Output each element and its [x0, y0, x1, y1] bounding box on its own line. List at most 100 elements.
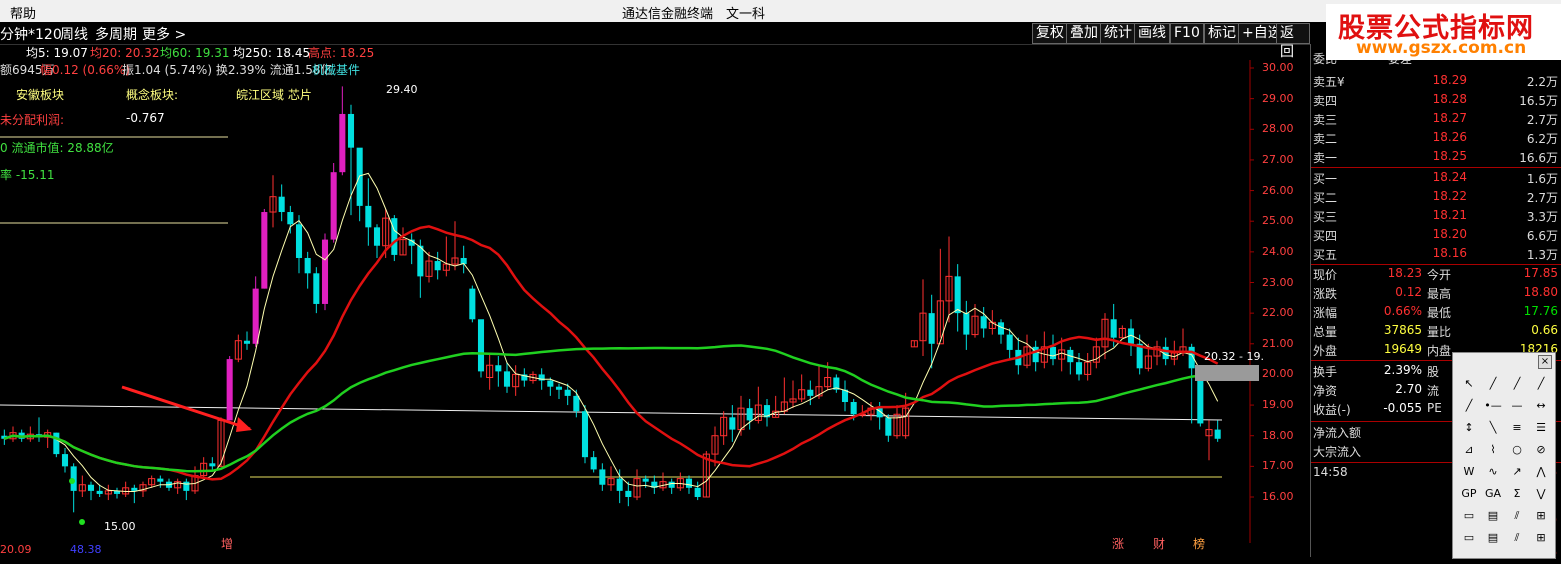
menu-help[interactable]: 帮助	[10, 3, 36, 22]
stat2-value: 2.70	[1395, 382, 1422, 396]
drawing-tool-icon[interactable]: ⊞	[1531, 529, 1551, 547]
candle-body	[642, 478, 649, 482]
market-cap: 0 流通市值: 28.88亿	[0, 141, 114, 155]
stats-button[interactable]: 统计	[1100, 23, 1136, 44]
stat-label-2: 内盘	[1427, 344, 1452, 358]
more-button[interactable]: 更多 >	[142, 24, 186, 44]
drawing-tool-icon[interactable]: ╱	[1459, 397, 1479, 415]
drawing-tool-icon[interactable]: ⊞	[1531, 507, 1551, 525]
drawing-tool-icon[interactable]: Σ	[1507, 485, 1527, 503]
candle-body	[209, 463, 216, 467]
ask-label: 卖二	[1313, 132, 1338, 146]
bid-row: 买三 18.21 3.3万	[1311, 208, 1561, 227]
drawing-tool-icon[interactable]: ○	[1507, 441, 1527, 459]
bid-price: 18.16	[1432, 246, 1467, 260]
candle-body	[729, 417, 736, 430]
stat-row: 涨跌 0.12 最高 18.80	[1311, 285, 1561, 304]
candle-body	[417, 245, 424, 277]
profit-label: 未分配利润:	[0, 113, 65, 127]
drawing-tool-icon[interactable]: ⊿	[1459, 441, 1479, 459]
drawing-tool-icon[interactable]: ∿	[1483, 463, 1503, 481]
profit-value: -0.767	[126, 111, 165, 125]
candle-body	[1110, 319, 1117, 338]
candle-body	[1006, 334, 1013, 350]
drawing-tool-icon[interactable]: ⫽	[1507, 529, 1527, 547]
drawing-tool-icon[interactable]: GA	[1483, 485, 1503, 503]
candle-body	[321, 239, 329, 304]
candle-body	[252, 288, 259, 344]
ma20-value: 均20: 20.32	[90, 46, 160, 60]
trough-price-label: 15.00	[104, 520, 136, 533]
y-tick-label: 21.00	[1262, 336, 1294, 350]
stat-value-2: 0.66	[1531, 323, 1558, 337]
net-inflow-label: 净流入额	[1313, 426, 1362, 440]
bid-volume: 2.7万	[1526, 191, 1558, 205]
candle-body	[963, 313, 970, 335]
close-icon[interactable]: ×	[1538, 355, 1552, 369]
drawing-tool-icon[interactable]: ⋁	[1531, 485, 1551, 503]
back-button[interactable]: 返回	[1276, 23, 1310, 60]
drawing-tool-icon[interactable]: W	[1459, 463, 1479, 481]
drawing-tool-icon[interactable]: ⫽	[1507, 507, 1527, 525]
bid-row: 买一 18.24 1.6万	[1311, 170, 1561, 189]
candle-body	[87, 484, 95, 491]
drawing-tool-icon[interactable]: ⊘	[1531, 441, 1551, 459]
candle-body	[1214, 429, 1221, 439]
stat2-label-2: 股	[1427, 365, 1440, 379]
drawing-tool-icon[interactable]: ╱	[1507, 375, 1527, 393]
y-tick-label: 20.00	[1262, 367, 1294, 381]
drawing-tool-icon[interactable]: ▭	[1459, 529, 1479, 547]
y-tick-label: 26.00	[1262, 183, 1294, 197]
drawing-tool-icon[interactable]: ↖	[1459, 375, 1479, 393]
f10-button[interactable]: F10	[1170, 23, 1204, 44]
draw-button[interactable]: 画线	[1134, 23, 1170, 44]
drawing-tool-icon[interactable]: ╱	[1531, 375, 1551, 393]
drawing-tool-icon[interactable]: ↗	[1507, 463, 1527, 481]
y-tick-label: 27.00	[1262, 152, 1294, 166]
drawing-tool-icon[interactable]: GP	[1459, 485, 1479, 503]
stat2-label: 收益(-)	[1313, 403, 1351, 417]
overlay-button[interactable]: 叠加	[1066, 23, 1102, 44]
stat2-label-2: PE	[1427, 401, 1442, 415]
fuquan-button[interactable]: 复权	[1032, 23, 1068, 44]
bid-price: 18.20	[1432, 227, 1467, 241]
candle-body	[503, 371, 511, 387]
candle-body	[183, 481, 190, 491]
stat-row: 现价 18.23 今开 17.85	[1311, 266, 1561, 285]
stat-row: 总量 37865 量比 0.66	[1311, 323, 1561, 342]
drawing-tool-icon[interactable]: ☰	[1531, 419, 1551, 437]
logo-url: www.gszx.com.cn	[1356, 38, 1527, 58]
candle-body	[278, 196, 285, 213]
drawing-tool-icon[interactable]: —	[1507, 397, 1527, 415]
drawing-tool-icon[interactable]: ⋀	[1531, 463, 1551, 481]
stat-label-2: 量比	[1427, 325, 1452, 339]
drawing-tool-icon[interactable]: ⌇	[1483, 441, 1503, 459]
stat2-label: 净资	[1313, 384, 1338, 398]
drawing-tool-icon[interactable]: ▤	[1483, 529, 1503, 547]
week-button[interactable]: 周线	[60, 24, 88, 44]
candle-body	[53, 432, 60, 455]
candle-body	[347, 113, 355, 148]
candle-body	[746, 408, 753, 421]
kline-chart[interactable]	[0, 60, 1310, 543]
drawing-tool-icon[interactable]: ≡	[1507, 419, 1527, 437]
tick-time: 14:58	[1313, 465, 1348, 479]
drawing-tool-icon[interactable]: ▭	[1459, 507, 1479, 525]
mark-button[interactable]: 标记	[1204, 23, 1240, 44]
peak-price-label: 29.40	[386, 83, 418, 96]
bid-price: 18.22	[1432, 189, 1467, 203]
drawing-tool-icon[interactable]: ↔	[1531, 397, 1551, 415]
period-selector[interactable]: 分钟*120	[0, 24, 62, 44]
drawing-tool-icon[interactable]: •—	[1483, 397, 1503, 415]
drawing-tool-icon[interactable]: ╱	[1483, 375, 1503, 393]
stat-label: 现价	[1313, 268, 1338, 282]
drawing-tool-icon[interactable]: ▤	[1483, 507, 1503, 525]
candle-body	[226, 359, 233, 421]
ask-row: 卖二 18.26 6.2万	[1311, 130, 1561, 149]
multi-period-button[interactable]: 多周期	[95, 24, 137, 44]
ask-row: 卖四 18.28 16.5万	[1311, 92, 1561, 111]
drawing-tool-icon[interactable]: ↕	[1459, 419, 1479, 437]
drawing-tool-icon[interactable]: ╲	[1483, 419, 1503, 437]
stat2-label-2: 流	[1427, 384, 1440, 398]
ma-price-label: 20.32 - 19.	[1204, 350, 1264, 363]
